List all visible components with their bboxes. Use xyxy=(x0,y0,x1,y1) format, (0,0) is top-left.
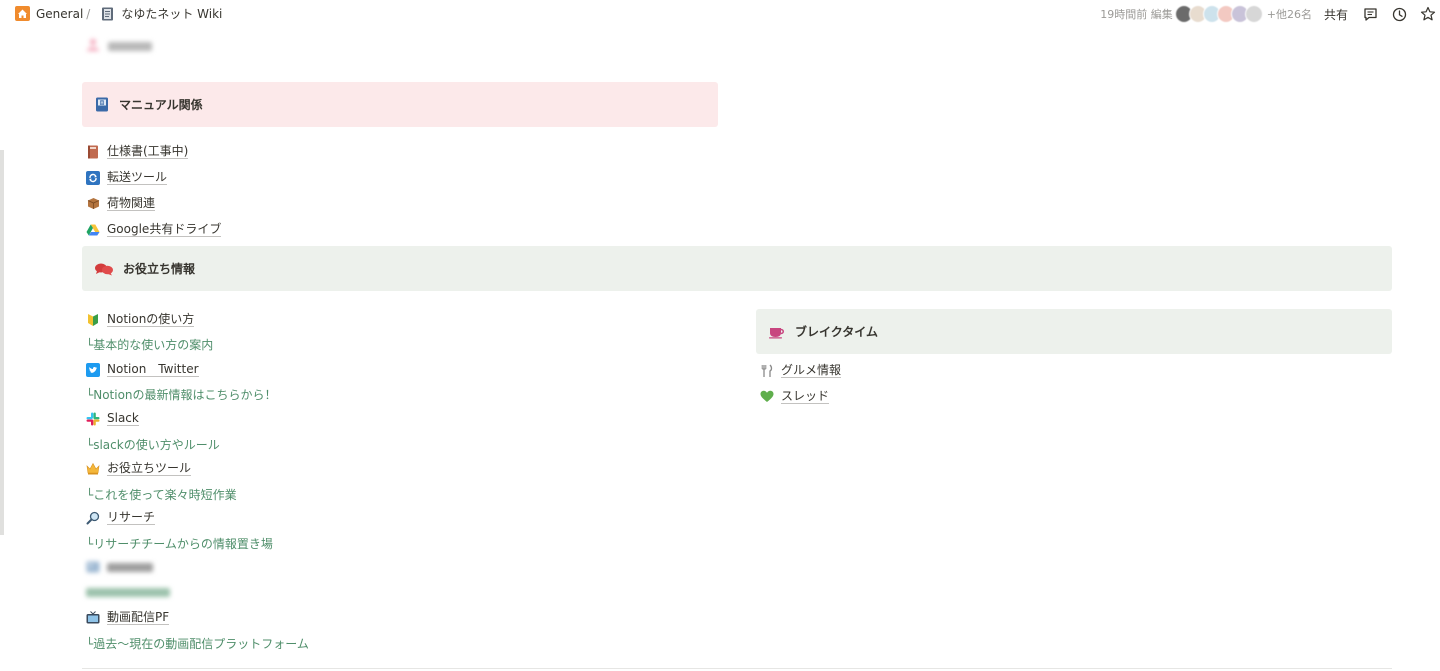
link-label: 動画配信PF xyxy=(107,610,170,625)
other-editors-count[interactable]: +他26名 xyxy=(1267,6,1312,22)
link-spec[interactable]: 仕様書(工事中) xyxy=(86,144,189,159)
breadcrumb: General / なゆたネット Wiki xyxy=(15,5,222,22)
redacted-link[interactable] xyxy=(86,37,152,56)
home-icon[interactable] xyxy=(15,6,30,21)
slack-icon xyxy=(86,412,100,426)
tv-icon xyxy=(86,611,100,625)
notebook-icon xyxy=(100,6,115,21)
avatar-stack[interactable] xyxy=(1174,5,1263,23)
link-label: 荷物関連 xyxy=(107,196,156,211)
star-icon[interactable] xyxy=(1420,6,1436,22)
breadcrumb-separator: / xyxy=(86,6,91,21)
google-drive-icon xyxy=(86,223,100,237)
link-thread[interactable]: スレッド xyxy=(760,389,830,404)
link-slack[interactable]: Slack xyxy=(86,411,139,426)
breadcrumb-item-general[interactable]: General xyxy=(36,7,83,21)
redacted-text xyxy=(108,42,152,51)
link-label: 転送ツール xyxy=(107,170,168,185)
link-description: └slackの使い方やルール xyxy=(86,438,220,452)
comment-icon[interactable] xyxy=(1362,6,1378,22)
magnifier-icon xyxy=(86,511,100,525)
link-description: └Notionの最新情報はこちらから！ xyxy=(86,388,277,402)
link-label: 仕様書(工事中) xyxy=(107,144,189,159)
package-icon xyxy=(86,197,100,211)
link-label: Google共有ドライブ xyxy=(107,222,222,237)
link-notion-twitter[interactable]: Notion Twitter xyxy=(86,362,199,377)
link-label: リサーチ xyxy=(107,510,156,525)
link-label: スレッド xyxy=(781,389,830,404)
manual-icon: 目 xyxy=(94,97,110,113)
crown-icon xyxy=(86,462,100,476)
link-transfer-tool[interactable]: 転送ツール xyxy=(86,170,168,185)
link-google-drive[interactable]: Google共有ドライブ xyxy=(86,222,222,237)
link-label: Notionの使い方 xyxy=(107,312,195,327)
redacted-description xyxy=(86,588,170,597)
link-label: Slack xyxy=(107,411,139,426)
top-bar: General / なゆたネット Wiki 19時間前 編集 +他26名 共有 xyxy=(0,0,1440,28)
link-research[interactable]: リサーチ xyxy=(86,510,156,525)
link-useful-tools[interactable]: お役立ちツール xyxy=(86,461,192,476)
link-description: └リサーチチームからの情報置き場 xyxy=(86,537,273,551)
book-icon xyxy=(86,145,100,159)
link-label: Notion Twitter xyxy=(107,362,199,377)
image-icon xyxy=(86,560,100,574)
callout-title: ブレイクタイム xyxy=(795,325,879,339)
beginner-icon xyxy=(86,313,100,327)
share-button[interactable]: 共有 xyxy=(1324,6,1348,23)
sync-icon xyxy=(86,170,100,185)
link-video-platform[interactable]: 動画配信PF xyxy=(86,610,170,625)
link-gourmet[interactable]: グルメ情報 xyxy=(760,363,842,378)
callout-title: お役立ち情報 xyxy=(123,262,196,276)
link-package[interactable]: 荷物関連 xyxy=(86,196,156,211)
fork-knife-icon xyxy=(760,364,774,378)
avatar[interactable] xyxy=(1244,5,1263,23)
callout-break-time: ブレイクタイム xyxy=(756,309,1392,354)
person-icon xyxy=(86,37,100,56)
coffee-cup-icon xyxy=(768,324,786,340)
redacted-text xyxy=(107,562,153,572)
link-description: └基本的な使い方の案内 xyxy=(86,338,214,352)
breadcrumb-item-wiki[interactable]: なゆたネット Wiki xyxy=(121,5,222,22)
svg-text:目: 目 xyxy=(99,100,104,107)
top-actions: 19時間前 編集 +他26名 共有 xyxy=(1100,2,1440,26)
link-label: お役立ちツール xyxy=(107,461,192,476)
callout-manual: 目 マニュアル関係 xyxy=(82,82,718,127)
callout-title: マニュアル関係 xyxy=(119,98,203,112)
chat-bubbles-icon xyxy=(94,261,114,277)
link-label: グルメ情報 xyxy=(781,363,842,378)
twitter-icon xyxy=(86,362,100,377)
callout-useful: お役立ち情報 xyxy=(82,246,1392,291)
link-description: └これを使って楽々時短作業 xyxy=(86,488,237,502)
green-heart-icon xyxy=(760,390,774,404)
link-notion-usage[interactable]: Notionの使い方 xyxy=(86,312,195,327)
link-redacted[interactable] xyxy=(86,560,153,574)
left-scroll-edge xyxy=(0,150,4,535)
history-icon[interactable] xyxy=(1391,6,1407,22)
divider xyxy=(82,668,1392,669)
last-edited: 19時間前 編集 xyxy=(1100,8,1173,21)
link-description: └過去～現在の動画配信プラットフォーム xyxy=(86,637,309,651)
